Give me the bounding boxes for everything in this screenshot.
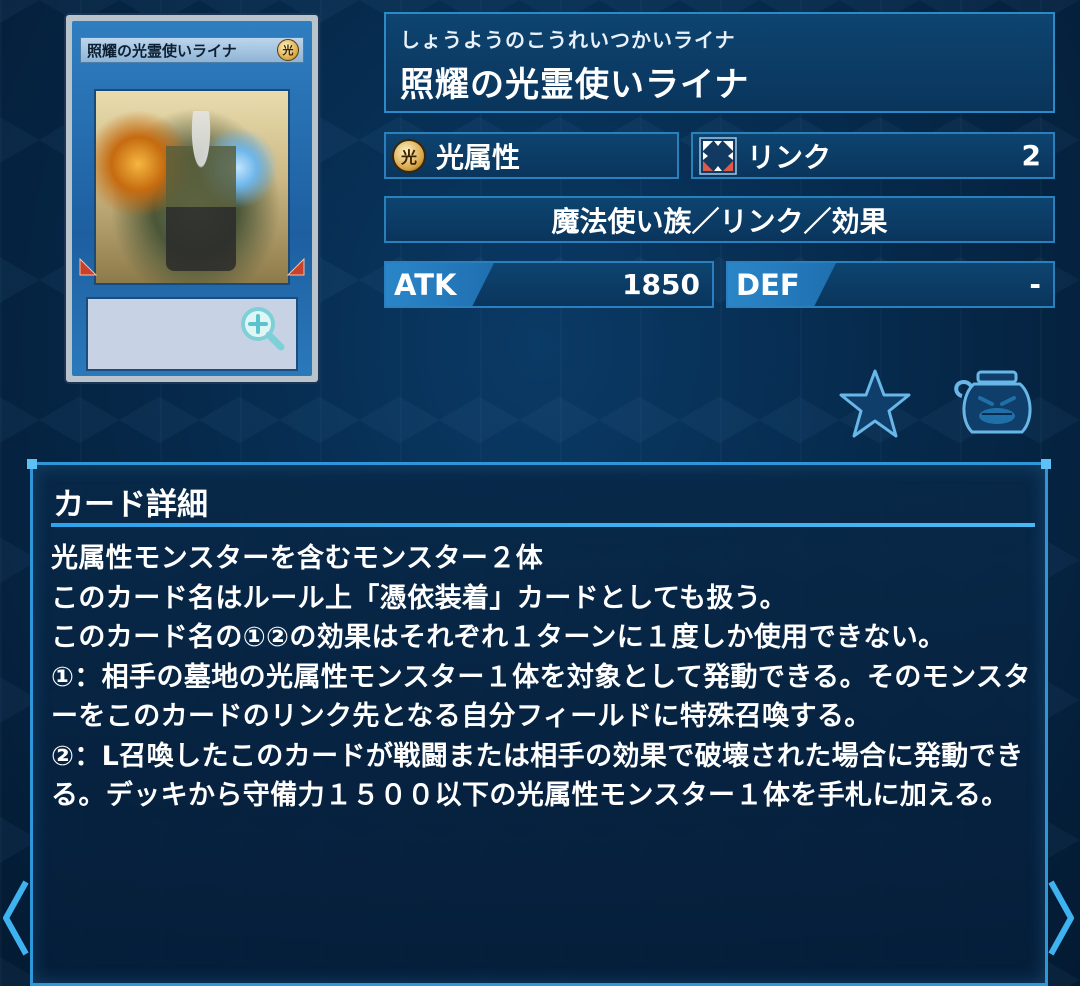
link-arrows-icon [699, 136, 737, 175]
favorite-star-icon[interactable] [838, 368, 912, 440]
attribute-label: 光属性 [436, 140, 521, 174]
link-label: リンク [747, 140, 832, 174]
card-name-panel: しょうようのこうれいつかいライナ 照耀の光霊使いライナ [384, 12, 1055, 113]
def-bar: DEF - [726, 261, 1055, 308]
def-value: - [1029, 268, 1041, 301]
detail-divider [51, 523, 1035, 527]
card-image-name-text: 照耀の光霊使いライナ [87, 41, 237, 60]
card-effect-text: 光属性モンスターを含むモンスター２体 このカード名はルール上「憑依装着」カードと… [51, 543, 1031, 811]
panel-corner [1041, 459, 1051, 469]
pot-of-greed-icon[interactable] [952, 368, 1038, 440]
link-rating: 2 [1021, 139, 1041, 172]
link-arrow-bottom-right-icon [286, 257, 305, 276]
card-detail-panel: カード詳細 光属性モンスターを含むモンスター２体 このカード名はルール上「憑依装… [27, 459, 1051, 986]
link-bar: リンク 2 [691, 132, 1055, 179]
chevron-right-icon[interactable] [1047, 878, 1077, 958]
atk-tag: ATK [386, 263, 494, 306]
panel-corner [27, 459, 37, 469]
type-line-bar: 魔法使い族／リンク／効果 [384, 196, 1055, 243]
type-line: 魔法使い族／リンク／効果 [551, 204, 888, 238]
zoom-in-icon[interactable] [238, 304, 286, 352]
card-name: 照耀の光霊使いライナ [400, 65, 750, 105]
card-image-name: 照耀の光霊使いライナ 光 [80, 37, 304, 63]
artwork-figure [166, 111, 236, 271]
link-arrow-bottom-left-icon [79, 257, 98, 276]
card-artwork [94, 89, 290, 285]
chevron-left-icon[interactable] [0, 878, 30, 958]
card-name-reading: しょうようのこうれいつかいライナ [400, 28, 736, 52]
def-label: DEF [736, 267, 800, 302]
light-attribute-icon: 光 [392, 138, 426, 173]
atk-value: 1850 [622, 268, 700, 301]
detail-title: カード詳細 [53, 487, 208, 523]
attribute-bar: 光 光属性 [384, 132, 679, 179]
def-tag: DEF [728, 263, 836, 306]
card-image-attribute-icon: 光 [277, 39, 299, 61]
atk-bar: ATK 1850 [384, 261, 714, 308]
atk-label: ATK [394, 267, 457, 302]
